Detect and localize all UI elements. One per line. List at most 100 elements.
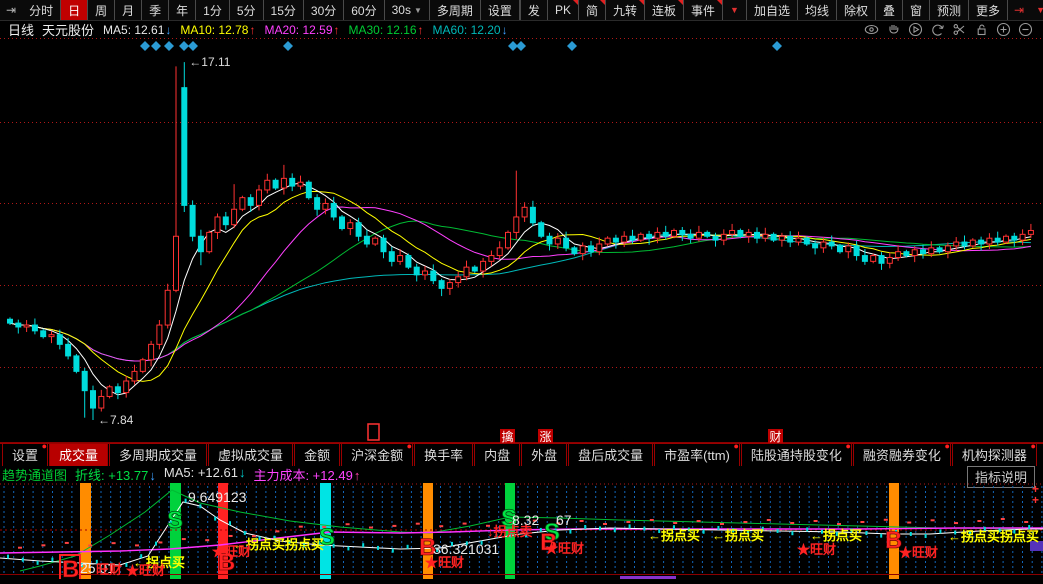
tool-item-9[interactable]: 除权 [837, 0, 876, 20]
tab-7[interactable]: 内盘 [474, 443, 520, 467]
period-item-7[interactable]: 5分 [230, 0, 264, 20]
svg-text:←17.11: ←17.11 [189, 55, 230, 69]
ma-value-1: MA10: 12.78↑ [180, 23, 255, 37]
ma-value-2: MA20: 12.59↑ [264, 23, 339, 37]
collapse-right-icon[interactable]: ⇥ [1008, 0, 1030, 20]
tools-toolbar: 发PK简九转连板事件▼加自选均线除权叠窗预测更多⇥▼ [520, 0, 1043, 20]
notify-dot-icon: ● [845, 442, 850, 451]
tab-11[interactable]: 陆股通持股变化● [741, 443, 852, 467]
pivot-buy-label: ←拐点买 [810, 528, 862, 543]
period-item-0[interactable]: 分时 [22, 0, 61, 20]
signal-label: ★旺财 [545, 541, 584, 556]
signal-label: ↓拐点卖 [487, 524, 533, 539]
tool-item-13[interactable]: 更多 [969, 0, 1008, 20]
trend-arrow-icon: ↑ [354, 468, 361, 483]
hand-icon[interactable] [886, 22, 901, 37]
top-toolbar: ⇥ 分时日周月季年1分5分15分30分60分30s▼多周期设置 发PK简九转连板… [0, 0, 1043, 21]
period-item-6[interactable]: 1分 [196, 0, 230, 20]
play-icon[interactable] [908, 22, 923, 37]
tool-item-1[interactable]: PK [548, 0, 579, 20]
eye-icon[interactable] [864, 22, 879, 37]
collapse-left-icon[interactable]: ⇥ [0, 0, 22, 20]
indicator-number: 9.649123 [188, 489, 247, 505]
zoom-in-icon[interactable] [996, 22, 1011, 37]
sell-signal-badge: S [167, 507, 183, 534]
svg-text:←7.84: ←7.84 [98, 413, 134, 427]
indicator-title: 趋势通道图 [2, 465, 67, 484]
svg-text:财: 财 [770, 430, 782, 443]
notify-dot-icon: ● [1030, 442, 1035, 451]
signal-label: ★旺财 [797, 542, 836, 557]
tool-item-5[interactable]: 事件 [684, 0, 723, 20]
pivot-buy-label: ←拐点买拐点买 [948, 529, 1039, 544]
tool-item-8[interactable]: 均线 [798, 0, 837, 20]
period-label: 日线 [8, 20, 34, 39]
lock-icon[interactable] [974, 22, 989, 37]
tab-1[interactable]: 成交量 [49, 443, 108, 467]
tab-0[interactable]: 设置● [2, 443, 48, 467]
tab-6[interactable]: 换手率 [414, 443, 473, 467]
new-corner-mark [678, 0, 683, 5]
indicator-number: 67 [556, 512, 572, 528]
stock-name: 天元股份 [42, 20, 94, 39]
trend-arrow-icon: ↑ [334, 23, 340, 37]
period-item-3[interactable]: 月 [115, 0, 142, 20]
signal-label: ★旺财 [425, 555, 464, 570]
plus-mark: + [1032, 493, 1039, 507]
main-chart-canvas: ←17.11←7.84擒涨财 [0, 38, 1043, 443]
period-item-10[interactable]: 60分 [344, 0, 384, 20]
period-item-4[interactable]: 季 [142, 0, 169, 20]
indicator-header: 趋势通道图 折线: +13.77↓MA5: +12.61↓主力成本: +12.4… [0, 466, 1043, 483]
tool-item-0[interactable]: 发 [520, 0, 548, 20]
more-dropdown-icon[interactable]: ▼ [1030, 0, 1043, 20]
trend-arrow-icon: ↓ [149, 468, 156, 483]
tab-2[interactable]: 多周期成交量 [109, 443, 207, 467]
tool-item-2[interactable]: 简 [579, 0, 606, 20]
period-item-11[interactable]: 30s▼ [385, 0, 430, 20]
ma-value-0: MA5: 12.61↓ [103, 23, 171, 37]
scissors-icon[interactable] [952, 22, 967, 37]
notify-dot-icon: ● [407, 442, 412, 451]
tab-3[interactable]: 虚拟成交量 [208, 443, 293, 467]
notify-dot-icon: ● [733, 442, 738, 451]
notify-dot-icon: ● [42, 442, 47, 451]
trend-channel-panel[interactable]: SSSSBBBBB25.019.64912336.3210318.3267←拐点… [0, 483, 1043, 579]
period-toolbar: ⇥ 分时日周月季年1分5分15分30分60分30s▼多周期设置 [0, 0, 520, 20]
tool-item-12[interactable]: 预测 [930, 0, 969, 20]
signal-label: 旺财 [96, 562, 122, 577]
tool-item-7[interactable]: 加自选 [747, 0, 798, 20]
tool-item-6[interactable]: ▼ [723, 0, 747, 20]
main-candlestick-chart[interactable]: ←17.11←7.84擒涨财 [0, 38, 1043, 443]
new-corner-mark [573, 0, 578, 5]
period-item-5[interactable]: 年 [169, 0, 196, 20]
tab-4[interactable]: 金额 [294, 443, 340, 467]
tab-10[interactable]: 市盈率(ttm)● [654, 443, 740, 467]
tool-item-4[interactable]: 连板 [645, 0, 684, 20]
tool-item-3[interactable]: 九转 [606, 0, 645, 20]
tab-13[interactable]: 机构探测器● [952, 443, 1037, 467]
ma-legend: MA5: 12.61↓MA10: 12.78↑MA20: 12.59↑MA30:… [94, 23, 508, 37]
period-item-8[interactable]: 15分 [264, 0, 304, 20]
signal-label: ★旺财 [899, 545, 938, 560]
tool-item-10[interactable]: 叠 [876, 0, 903, 20]
svg-text:擒: 擒 [502, 429, 514, 443]
zoom-out-icon[interactable] [1018, 22, 1033, 37]
period-item-13[interactable]: 设置 [481, 0, 520, 20]
trend-arrow-icon: ↓ [165, 23, 171, 37]
period-item-9[interactable]: 30分 [304, 0, 344, 20]
pivot-buy-label: ←拐点买 [648, 528, 700, 543]
tab-9[interactable]: 盘后成交量 [568, 443, 653, 467]
buy-signal-badge: B [62, 556, 79, 579]
tool-item-11[interactable]: 窗 [903, 0, 930, 20]
trend-arrow-icon: ↓ [502, 23, 508, 37]
tab-5[interactable]: 沪深金额● [341, 443, 413, 467]
period-item-2[interactable]: 周 [88, 0, 115, 20]
tab-12[interactable]: 融资融券变化● [853, 443, 951, 467]
indicator-value-2: 主力成本: +12.49↑ [253, 465, 360, 484]
undo-icon[interactable] [930, 22, 945, 37]
trend-arrow-icon: ↑ [249, 23, 255, 37]
notify-dot-icon: ● [944, 442, 949, 451]
period-item-1[interactable]: 日 [61, 0, 88, 20]
tab-8[interactable]: 外盘 [521, 443, 567, 467]
period-item-12[interactable]: 多周期 [430, 0, 481, 20]
